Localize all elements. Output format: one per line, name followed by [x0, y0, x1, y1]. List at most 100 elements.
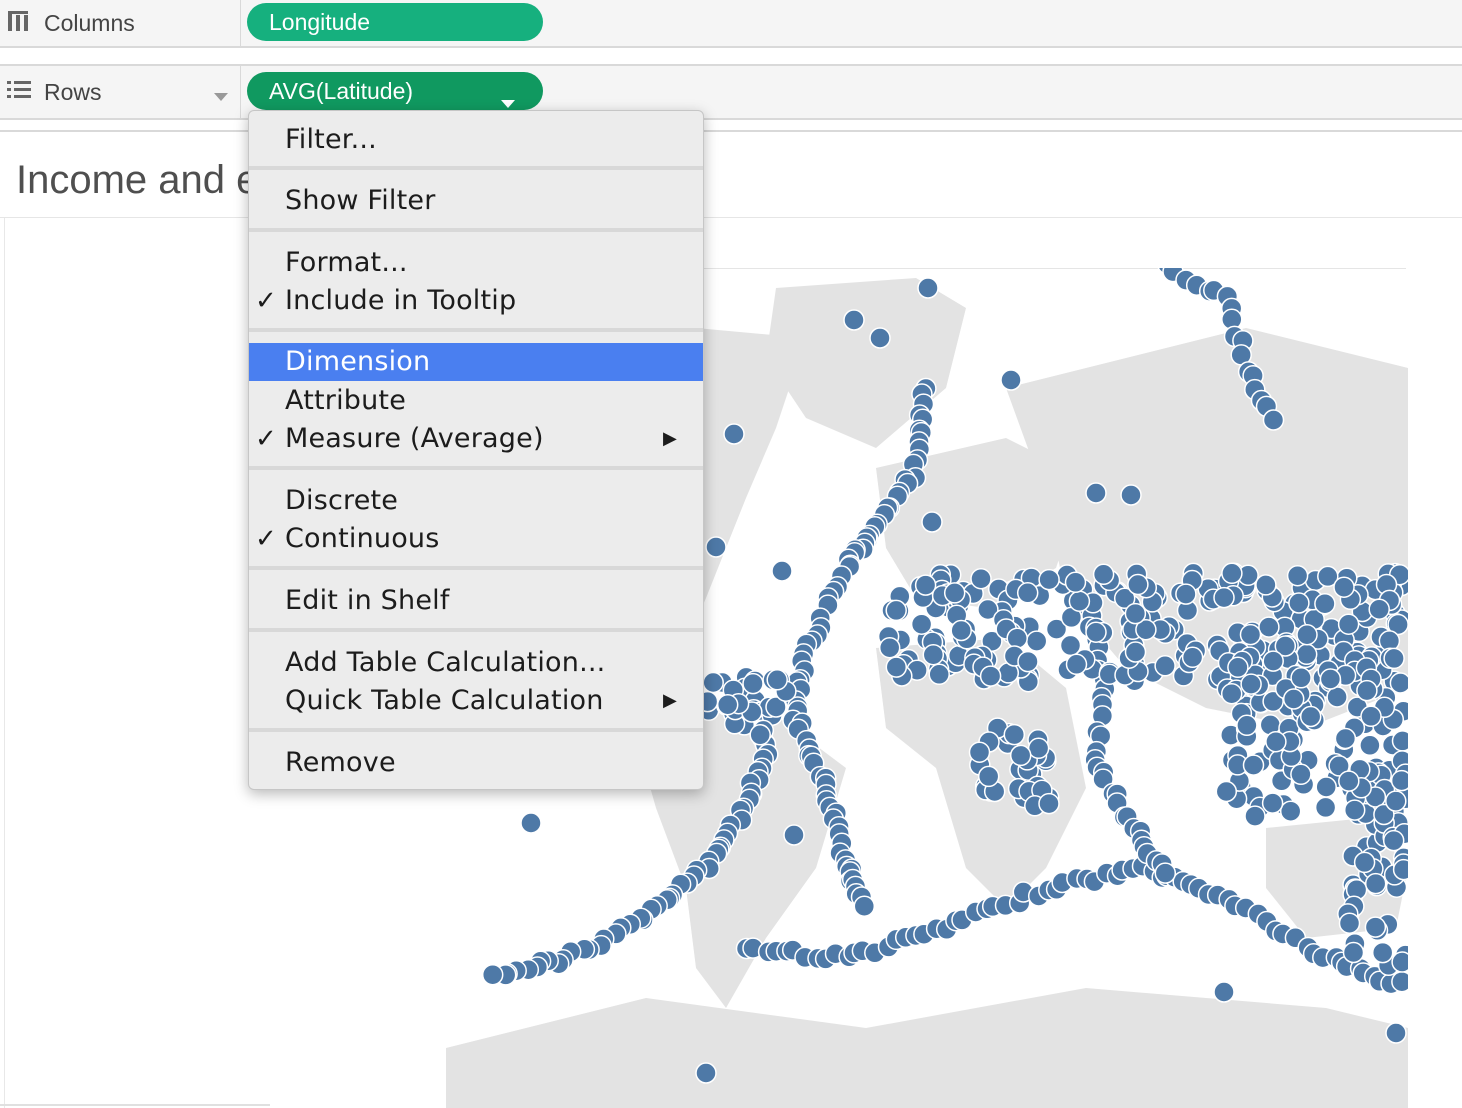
map-mark[interactable]	[1333, 576, 1355, 598]
map-mark[interactable]	[1356, 679, 1378, 702]
map-mark[interactable]	[1220, 682, 1243, 705]
map-mark[interactable]	[1213, 586, 1235, 609]
map-mark[interactable]	[783, 824, 805, 846]
map-mark[interactable]	[910, 613, 933, 635]
map-mark[interactable]	[1364, 872, 1387, 895]
map-mark[interactable]	[1017, 650, 1039, 673]
map-mark[interactable]	[1391, 951, 1408, 973]
map-mark[interactable]	[1359, 734, 1381, 757]
map-mark[interactable]	[1154, 862, 1177, 884]
map-mark[interactable]	[766, 669, 788, 691]
map-mark[interactable]	[1261, 792, 1284, 814]
map-mark[interactable]	[1286, 564, 1309, 587]
menu-item-discrete[interactable]: Discrete	[249, 482, 703, 520]
map-mark[interactable]	[885, 656, 908, 678]
map-mark[interactable]	[878, 636, 901, 659]
map-mark[interactable]	[1085, 621, 1107, 643]
map-mark[interactable]	[1124, 641, 1147, 663]
map-mark[interactable]	[1227, 656, 1249, 679]
map-mark[interactable]	[1009, 744, 1032, 767]
map-mark[interactable]	[1124, 602, 1147, 625]
map-mark[interactable]	[1299, 705, 1322, 728]
map-mark[interactable]	[1326, 686, 1348, 708]
menu-item-remove[interactable]: Remove	[249, 744, 703, 782]
map-mark[interactable]	[1368, 598, 1390, 620]
map-mark[interactable]	[1279, 800, 1302, 822]
map-mark[interactable]	[1068, 590, 1091, 612]
map-mark[interactable]	[869, 327, 891, 349]
map-mark[interactable]	[1236, 714, 1258, 737]
menu-item-add-table-calculation[interactable]: Add Table Calculation...	[249, 644, 703, 682]
map-mark[interactable]	[716, 693, 739, 716]
map-mark[interactable]	[1319, 668, 1342, 690]
map-mark[interactable]	[1181, 646, 1204, 669]
menu-item-measure-average[interactable]: ✓ Measure (Average) ▶	[249, 420, 703, 458]
map-mark[interactable]	[1016, 582, 1039, 604]
map-mark[interactable]	[1314, 796, 1337, 819]
map-mark[interactable]	[1288, 592, 1310, 614]
menu-item-filter[interactable]: Filter...	[249, 121, 703, 159]
map-mark[interactable]	[1389, 672, 1408, 694]
map-mark[interactable]	[1382, 829, 1405, 852]
map-mark[interactable]	[1391, 730, 1409, 752]
map-mark[interactable]	[1175, 583, 1197, 605]
map-mark[interactable]	[1385, 1022, 1407, 1044]
map-mark[interactable]	[695, 1062, 717, 1084]
map-mark[interactable]	[1065, 653, 1088, 676]
map-mark[interactable]	[943, 582, 966, 604]
map-mark[interactable]	[1337, 613, 1360, 635]
map-mark[interactable]	[1353, 851, 1376, 874]
map-mark[interactable]	[1391, 970, 1408, 993]
map-mark[interactable]	[1265, 730, 1287, 753]
map-mark[interactable]	[1315, 776, 1337, 798]
map-mark[interactable]	[1258, 616, 1280, 638]
map-mark[interactable]	[1240, 673, 1262, 695]
map-mark[interactable]	[1385, 790, 1407, 812]
map-mark[interactable]	[1120, 484, 1142, 506]
menu-item-quick-table-calculation[interactable]: Quick Table Calculation ▶	[249, 682, 703, 720]
map-mark[interactable]	[921, 511, 943, 533]
map-mark[interactable]	[843, 309, 865, 331]
map-mark[interactable]	[1295, 643, 1318, 666]
map-mark[interactable]	[1338, 770, 1360, 792]
map-mark[interactable]	[970, 567, 992, 590]
map-mark[interactable]	[1092, 563, 1115, 586]
map-mark[interactable]	[1027, 737, 1050, 760]
map-mark[interactable]	[1085, 482, 1107, 504]
map-mark[interactable]	[1392, 858, 1408, 881]
avg-latitude-pill[interactable]: AVG(Latitude)	[247, 72, 543, 110]
map-mark[interactable]	[771, 560, 793, 582]
map-mark[interactable]	[1064, 571, 1087, 594]
menu-item-format[interactable]: Format...	[249, 244, 703, 282]
menu-item-continuous[interactable]: ✓ Continuous	[249, 520, 703, 558]
map-mark[interactable]	[1213, 981, 1235, 1003]
map-mark[interactable]	[481, 963, 504, 986]
map-mark[interactable]	[1290, 763, 1312, 786]
map-mark[interactable]	[1343, 799, 1366, 821]
map-mark[interactable]	[977, 765, 1000, 788]
map-mark[interactable]	[922, 643, 945, 666]
map-mark[interactable]	[1215, 780, 1238, 803]
map-mark[interactable]	[742, 672, 764, 695]
map-mark[interactable]	[1364, 916, 1387, 938]
map-mark[interactable]	[1342, 941, 1365, 964]
menu-item-edit-in-shelf[interactable]: Edit in Shelf	[249, 582, 703, 620]
map-mark[interactable]	[1221, 562, 1243, 585]
map-mark[interactable]	[1242, 754, 1265, 776]
map-mark[interactable]	[1154, 655, 1176, 677]
map-mark[interactable]	[1038, 792, 1060, 815]
map-mark[interactable]	[917, 277, 939, 299]
map-mark[interactable]	[1371, 941, 1394, 964]
map-mark[interactable]	[520, 812, 542, 834]
map-mark[interactable]	[928, 663, 950, 686]
map-mark[interactable]	[1025, 630, 1048, 652]
map-mark[interactable]	[1290, 667, 1312, 689]
map-mark[interactable]	[885, 599, 907, 622]
map-mark[interactable]	[749, 724, 771, 746]
map-mark[interactable]	[723, 423, 745, 445]
chevron-down-icon[interactable]	[214, 88, 228, 106]
map-mark[interactable]	[1334, 727, 1357, 750]
map-mark[interactable]	[1262, 409, 1285, 431]
map-mark[interactable]	[1314, 592, 1336, 615]
map-mark[interactable]	[1006, 627, 1028, 649]
